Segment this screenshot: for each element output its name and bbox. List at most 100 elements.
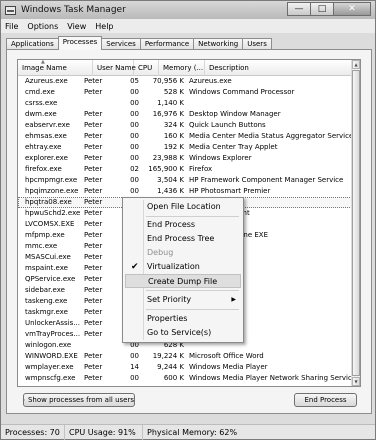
cell-description: Windows Command Processor [189,88,295,96]
process-row[interactable]: Azureus.exe Peter 05 70,956 K Azureus.exe [18,76,352,87]
tab-processes[interactable]: Processes [57,36,103,50]
menu-options[interactable]: Options [27,22,58,31]
minimize-button[interactable]: — [287,2,311,16]
cell-user-name: Peter [84,352,103,360]
cell-user-name: Peter [84,187,103,195]
cell-user-name: Peter [84,319,103,327]
menu-go-to-services[interactable]: Go to Service(s) [125,326,241,340]
column-label: User Name [97,64,136,72]
cell-image-name: hpqimzone.exe [25,187,79,195]
cell-user-name: Peter [84,198,103,206]
column-image-name[interactable]: ▲ Image Name [18,60,93,76]
menu-file[interactable]: File [5,22,18,31]
cell-image-name: mspaint.exe [25,264,68,272]
menu-properties[interactable]: Properties [125,312,241,326]
cell-image-name: ehtray.exe [25,143,62,151]
window-controls: — □ ✕ [287,2,371,16]
cell-cpu: 00 [130,187,139,195]
cell-cpu: 14 [130,363,139,371]
process-row[interactable]: csrss.exe 00 1,140 K [18,98,352,109]
cell-image-name: hpqtra08.exe [25,198,72,206]
process-row[interactable]: eabservr.exe Peter 00 324 K Quick Launch But… [18,120,352,131]
process-row[interactable]: hpcmpmgr.exe Peter 00 3,504 K HP Framework C… [18,175,352,186]
cell-cpu: 05 [130,77,139,85]
cell-description: Firefox [189,165,213,173]
cell-memory: 70,956 K [152,77,184,85]
process-row[interactable]: ehmsas.exe Peter 00 160 K Media Center Media… [18,131,352,142]
cell-memory: 324 K [163,121,184,129]
column-cpu[interactable]: CPU [134,60,159,76]
cell-image-name: Azureus.exe [25,77,68,85]
cell-memory: 528 K [163,88,184,96]
close-icon: ✕ [348,4,356,14]
cell-memory: 19,224 K [152,352,184,360]
minimize-icon: — [294,4,304,14]
cell-image-name: mmc.exe [25,242,58,250]
process-row[interactable]: ehtray.exe Peter 00 192 K Media Center Tray … [18,142,352,153]
cell-image-name: cmd.exe [25,88,55,96]
menu-view[interactable]: View [67,22,86,31]
menu-open-file-location[interactable]: Open File Location [125,200,241,214]
cell-cpu: 00 [130,99,139,107]
scroll-up-button[interactable]: ▲ [352,60,360,69]
show-all-processes-button[interactable]: Show processes from all users [23,393,135,407]
cell-cpu: 00 [130,121,139,129]
cell-description: HP Photosmart Premier [189,187,271,195]
cell-image-name: winlogon.exe [25,341,72,349]
maximize-button[interactable]: □ [310,2,334,16]
process-row[interactable]: wmpnscfg.exe Peter 00 600 K Windows Media Pl… [18,373,352,384]
cell-cpu: 00 [130,176,139,184]
cell-image-name: ehmsas.exe [25,132,67,140]
cell-image-name: mfpmp.exe [25,231,65,239]
cell-user-name: Peter [84,88,103,96]
submenu-arrow-icon: ▶ [231,296,236,303]
scroll-down-button[interactable]: ▼ [352,377,360,386]
cell-description: Quick Launch Buttons [189,121,266,129]
process-row[interactable]: WINWORD.EXE Peter 00 19,224 K Microsoft Offi… [18,351,352,362]
status-bar: Processes: 70 CPU Usage: 91% Physical Me… [1,424,375,440]
cell-image-name: WINWORD.EXE [25,352,78,360]
column-user-name[interactable]: User Name [93,60,136,76]
title-bar[interactable]: Windows Task Manager — □ ✕ [1,1,375,19]
scroll-thumb[interactable] [352,70,360,376]
cell-user-name: Peter [84,242,103,250]
vertical-scrollbar[interactable]: ▲ ▼ [351,60,360,386]
cell-memory: 16,976 K [152,110,184,118]
column-memory[interactable]: Memory (... [159,60,205,76]
cell-memory: 165,900 K [148,165,184,173]
process-row[interactable]: cmd.exe Peter 00 528 K Windows Command Proce… [18,87,352,98]
close-button[interactable]: ✕ [333,2,371,16]
column-description[interactable]: Description [205,60,352,76]
task-manager-icon [5,5,16,15]
process-row[interactable]: explorer.exe Peter 00 23,988 K Windows Explo… [18,153,352,164]
tab-strip: Applications Processes Services Performa… [6,36,272,50]
cell-user-name: Peter [84,110,103,118]
menu-end-process-tree[interactable]: End Process Tree [125,232,241,246]
cell-cpu: 00 [130,88,139,96]
menu-separator [146,309,239,310]
menu-set-priority[interactable]: Set Priority ▶ [125,293,241,307]
cell-description: Windows Media Player [189,363,268,371]
process-row[interactable]: wmplayer.exe Peter 14 9,244 K Windows Media … [18,362,352,373]
sort-ascending-icon: ▲ [41,59,45,65]
column-label: Description [209,64,249,72]
cell-user-name: Peter [84,121,103,129]
cell-image-name: sidebar.exe [25,286,65,294]
menu-create-dump-file[interactable]: Create Dump File [125,274,241,288]
cell-memory: 1,140 K [157,99,184,107]
menu-end-process[interactable]: End Process [125,218,241,232]
menu-virtualization[interactable]: ✔ Virtualization [125,260,241,274]
cell-user-name: Peter [84,165,103,173]
end-process-button[interactable]: End Process [294,393,357,407]
cell-image-name: csrss.exe [25,99,58,107]
cell-user-name: Peter [84,220,103,228]
menu-help[interactable]: Help [95,22,113,31]
process-row[interactable]: dwm.exe Peter 00 16,976 K Desktop Window Man… [18,109,352,120]
cell-user-name: Peter [84,286,103,294]
cell-image-name: wmplayer.exe [25,363,74,371]
process-row[interactable]: hpqimzone.exe Peter 00 1,436 K HP Photosmart… [18,186,352,197]
cell-image-name: hpwuSchd2.exe [25,209,81,217]
process-row[interactable]: firefox.exe Peter 02 165,900 K Firefox [18,164,352,175]
status-cpu-usage: CPU Usage: 91% [65,424,143,440]
column-label: Memory (... [163,64,204,72]
